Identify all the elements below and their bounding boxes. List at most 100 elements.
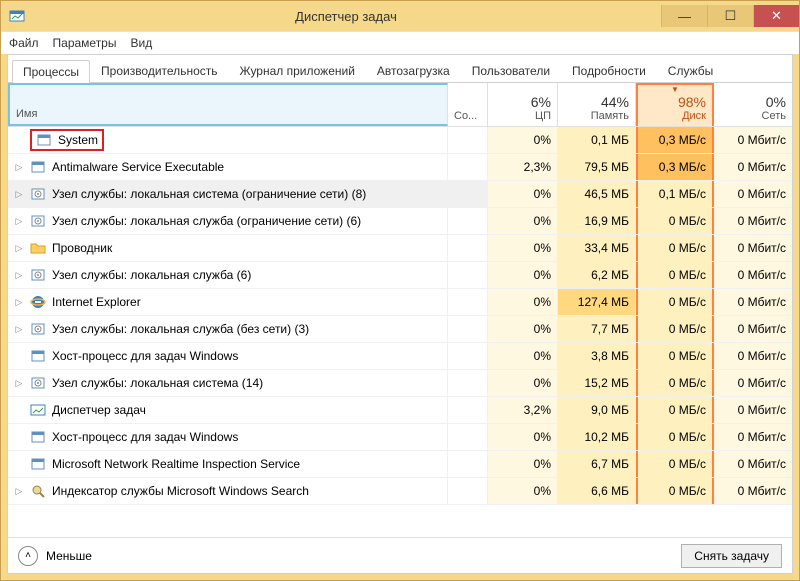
disk-cell: 0,1 МБ/с xyxy=(636,181,714,207)
table-row[interactable]: ▷Antimalware Service Executable2,3%79,5 … xyxy=(8,154,792,181)
status-cell xyxy=(448,451,488,477)
search-icon xyxy=(30,483,46,499)
table-row[interactable]: Диспетчер задач3,2%9,0 МБ0 МБ/с0 Мбит/с xyxy=(8,397,792,424)
memory-cell: 15,2 МБ xyxy=(558,370,636,396)
cpu-cell: 0% xyxy=(488,316,558,342)
process-name: Проводник xyxy=(52,241,112,255)
tab-6[interactable]: Службы xyxy=(657,59,724,82)
gear-icon xyxy=(30,186,46,202)
memory-cell: 33,4 МБ xyxy=(558,235,636,261)
table-row[interactable]: ▷Узел службы: локальная служба (ограниче… xyxy=(8,208,792,235)
network-cell: 0 Мбит/с xyxy=(714,235,792,261)
cpu-cell: 2,3% xyxy=(488,154,558,180)
table-row[interactable]: ▷Узел службы: локальная служба (без сети… xyxy=(8,316,792,343)
table-row[interactable]: ▷Узел службы: локальная служба (6)0%6,2 … xyxy=(8,262,792,289)
memory-cell: 46,5 МБ xyxy=(558,181,636,207)
table-row[interactable]: Microsoft Network Realtime Inspection Se… xyxy=(8,451,792,478)
cpu-cell: 0% xyxy=(488,478,558,504)
process-name-cell: ▷ Узел службы: локальная система (14) xyxy=(8,370,448,396)
expand-icon[interactable]: ▷ xyxy=(14,243,24,254)
gear-icon xyxy=(30,213,46,229)
tab-3[interactable]: Автозагрузка xyxy=(366,59,461,82)
tab-4[interactable]: Пользователи xyxy=(461,59,561,82)
menu-options[interactable]: Параметры xyxy=(53,36,117,50)
process-name: Узел службы: локальная система (ограниче… xyxy=(52,187,366,201)
memory-cell: 10,2 МБ xyxy=(558,424,636,450)
network-cell: 0 Мбит/с xyxy=(714,424,792,450)
maximize-button[interactable]: ☐ xyxy=(707,5,753,27)
column-status[interactable]: Со... xyxy=(448,83,488,126)
column-memory[interactable]: 44% Память xyxy=(558,83,636,126)
memory-cell: 6,2 МБ xyxy=(558,262,636,288)
network-cell: 0 Мбит/с xyxy=(714,262,792,288)
process-name-cell: ▷ Узел службы: локальная система (огранич… xyxy=(8,181,448,207)
memory-cell: 79,5 МБ xyxy=(558,154,636,180)
process-grid: Имя Со... 6% ЦП 44% Память ▼ 98% Диск xyxy=(8,83,792,537)
menu-file[interactable]: Файл xyxy=(9,36,39,50)
sort-descending-icon: ▼ xyxy=(644,85,706,94)
fewer-details-button[interactable]: ˄ xyxy=(18,546,38,566)
cpu-cell: 0% xyxy=(488,127,558,153)
memory-cell: 6,6 МБ xyxy=(558,478,636,504)
table-row[interactable]: ▷Индексатор службы Microsoft Windows Sea… xyxy=(8,478,792,505)
table-row[interactable]: System0%0,1 МБ0,3 МБ/с0 Мбит/с xyxy=(8,127,792,154)
table-row[interactable]: ▷Узел службы: локальная система (14)0%15… xyxy=(8,370,792,397)
minimize-button[interactable]: — xyxy=(661,5,707,27)
tab-5[interactable]: Подробности xyxy=(561,59,657,82)
tab-0[interactable]: Процессы xyxy=(12,60,90,83)
grid-body[interactable]: System0%0,1 МБ0,3 МБ/с0 Мбит/с▷Antimalwa… xyxy=(8,127,792,537)
taskmgr-icon xyxy=(30,402,46,418)
network-cell: 0 Мбит/с xyxy=(714,127,792,153)
expand-icon[interactable]: ▷ xyxy=(14,297,24,308)
process-name: Узел службы: локальная система (14) xyxy=(52,376,263,390)
table-row[interactable]: Хост-процесс для задач Windows0%3,8 МБ0 … xyxy=(8,343,792,370)
network-cell: 0 Мбит/с xyxy=(714,451,792,477)
end-task-button[interactable]: Снять задачу xyxy=(681,544,782,568)
status-cell xyxy=(448,424,488,450)
disk-cell: 0 МБ/с xyxy=(636,316,714,342)
close-button[interactable]: ✕ xyxy=(753,5,799,27)
expand-icon[interactable]: ▷ xyxy=(14,162,24,173)
expand-icon[interactable]: ▷ xyxy=(14,270,24,281)
column-cpu[interactable]: 6% ЦП xyxy=(488,83,558,126)
memory-cell: 127,4 МБ xyxy=(558,289,636,315)
expand-icon[interactable]: ▷ xyxy=(14,486,24,497)
network-cell: 0 Мбит/с xyxy=(714,289,792,315)
column-name[interactable]: Имя xyxy=(8,83,448,126)
status-cell xyxy=(448,127,488,153)
cpu-cell: 0% xyxy=(488,262,558,288)
window-icon xyxy=(30,348,46,364)
status-cell xyxy=(448,262,488,288)
process-name: Хост-процесс для задач Windows xyxy=(52,430,238,444)
memory-cell: 3,8 МБ xyxy=(558,343,636,369)
table-row[interactable]: ▷Проводник0%33,4 МБ0 МБ/с0 Мбит/с xyxy=(8,235,792,262)
gear-icon xyxy=(30,267,46,283)
process-name-cell: Хост-процесс для задач Windows xyxy=(8,424,448,450)
expand-icon[interactable]: ▷ xyxy=(14,324,24,335)
tab-1[interactable]: Производительность xyxy=(90,59,228,82)
cpu-cell: 0% xyxy=(488,343,558,369)
memory-cell: 0,1 МБ xyxy=(558,127,636,153)
table-row[interactable]: ▷Internet Explorer0%127,4 МБ0 МБ/с0 Мбит… xyxy=(8,289,792,316)
column-disk[interactable]: ▼ 98% Диск xyxy=(636,83,714,126)
table-row[interactable]: Хост-процесс для задач Windows0%10,2 МБ0… xyxy=(8,424,792,451)
process-name: Microsoft Network Realtime Inspection Se… xyxy=(52,457,300,471)
tab-2[interactable]: Журнал приложений xyxy=(229,59,366,82)
expand-icon[interactable]: ▷ xyxy=(14,216,24,227)
process-name-cell: Microsoft Network Realtime Inspection Se… xyxy=(8,451,448,477)
status-cell xyxy=(448,343,488,369)
expand-icon[interactable]: ▷ xyxy=(14,378,24,389)
gear-icon xyxy=(30,375,46,391)
expand-icon[interactable]: ▷ xyxy=(14,189,24,200)
process-name: Диспетчер задач xyxy=(52,403,146,417)
disk-cell: 0 МБ/с xyxy=(636,289,714,315)
menubar: Файл Параметры Вид xyxy=(1,31,799,54)
process-name-cell: ▷Индексатор службы Microsoft Windows Sea… xyxy=(8,478,448,504)
process-name: System xyxy=(58,133,98,147)
column-network[interactable]: 0% Сеть xyxy=(714,83,792,126)
titlebar: Диспетчер задач — ☐ ✕ xyxy=(1,1,799,31)
process-name: Хост-процесс для задач Windows xyxy=(52,349,238,363)
menu-view[interactable]: Вид xyxy=(130,36,152,50)
process-name-cell: ▷Узел службы: локальная служба (ограниче… xyxy=(8,208,448,234)
table-row[interactable]: ▷ Узел службы: локальная система (огранич… xyxy=(8,181,792,208)
